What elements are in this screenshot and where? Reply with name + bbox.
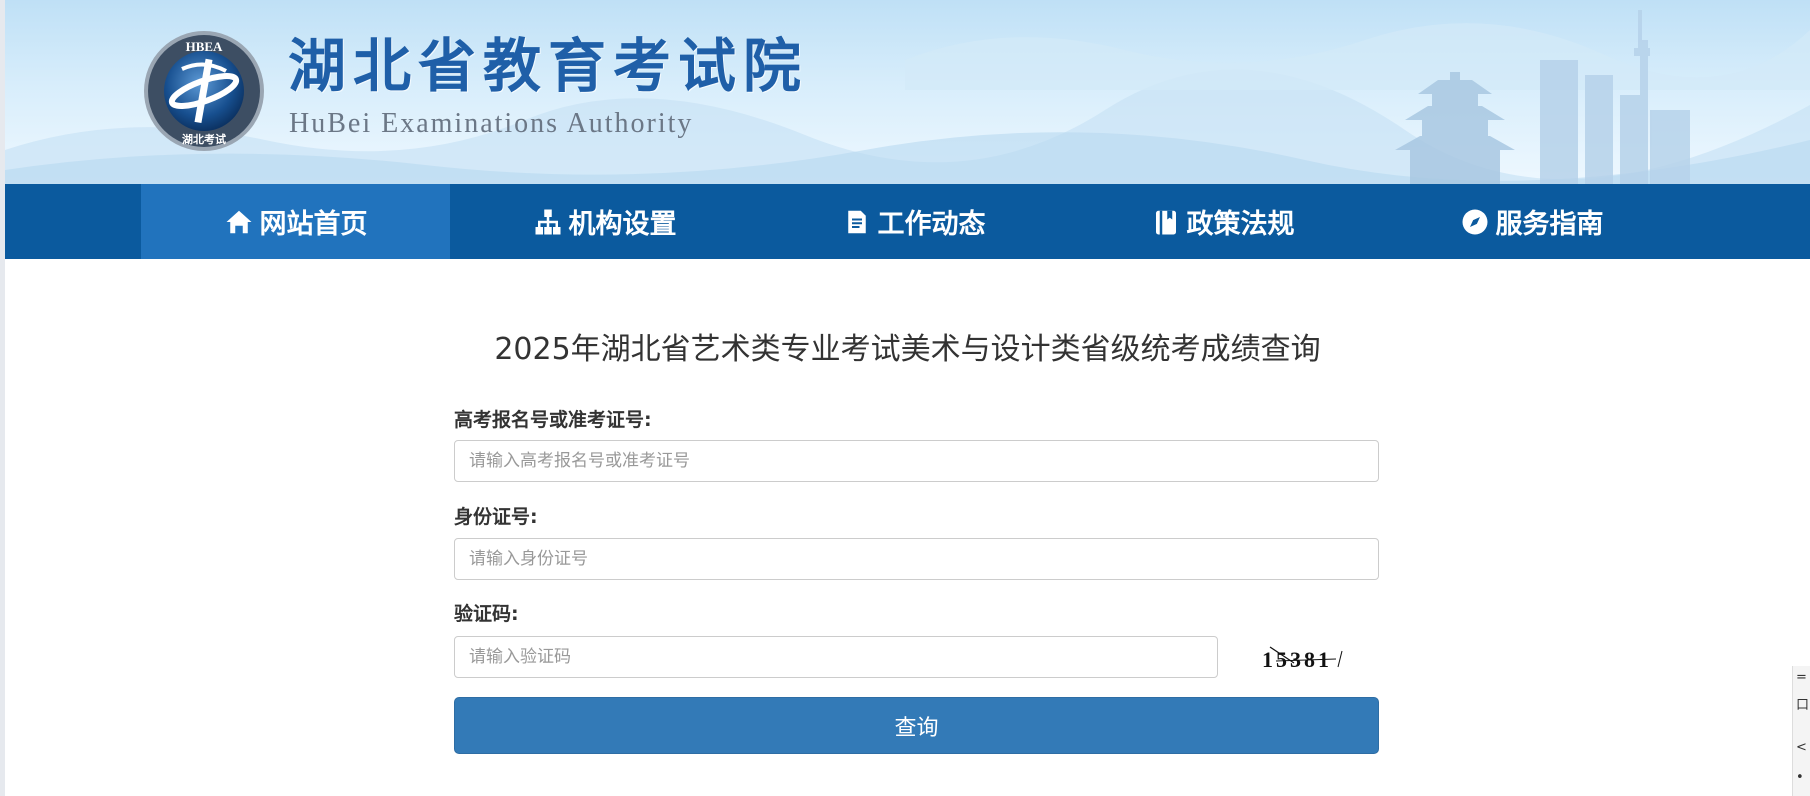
nav-item-service[interactable]: 服务指南 (1377, 184, 1686, 259)
id-number-label: 身份证号: (454, 506, 538, 528)
captcha-label: 验证码: (454, 603, 519, 625)
hbea-logo: HBEA 湖北考试 (144, 31, 264, 151)
page-title: 2025年湖北省艺术类专业考试美术与设计类省级统考成绩查询 (494, 332, 1321, 367)
nav-item-label: 服务指南 (1495, 209, 1604, 240)
city-skyline-decoration (1395, 10, 1690, 184)
logo-ring-text: HBEA (186, 39, 223, 54)
nav-item-label: 网站首页 (259, 209, 368, 240)
main-navigation: 网站首页 机构设置 工作动态 政策法规 服务指南 (5, 184, 1810, 259)
document-icon (847, 210, 866, 233)
logo-bottom-text: 湖北考试 (182, 132, 226, 146)
book-icon (1155, 210, 1176, 234)
nav-item-news[interactable]: 工作动态 (759, 184, 1068, 259)
side-floating-widget[interactable]: = 口 < • (1792, 666, 1810, 796)
exam-number-input[interactable] (454, 440, 1379, 482)
nav-item-home[interactable]: 网站首页 (141, 184, 450, 259)
site-title: 湖北省教育考试院 (288, 34, 809, 99)
home-icon (226, 210, 251, 233)
captcha-input[interactable] (454, 636, 1218, 678)
compass-icon (1462, 209, 1487, 234)
site-header: HBEA 湖北考试 湖北省教育考试院 HuBei Examinations Au… (5, 0, 1810, 184)
nav-item-label: 机构设置 (568, 209, 677, 240)
nav-item-label: 工作动态 (877, 209, 986, 240)
sitemap-icon (535, 209, 560, 234)
nav-item-organization[interactable]: 机构设置 (450, 184, 759, 259)
nav-item-label: 政策法规 (1186, 209, 1295, 240)
site-subtitle: HuBei Examinations Authority (289, 108, 694, 139)
id-number-input[interactable] (454, 538, 1379, 580)
exam-number-label: 高考报名号或准考证号: (454, 409, 652, 431)
nav-item-policy[interactable]: 政策法规 (1068, 184, 1377, 259)
captcha-image[interactable]: 15381 (1256, 637, 1352, 679)
query-button[interactable]: 查询 (454, 697, 1379, 754)
